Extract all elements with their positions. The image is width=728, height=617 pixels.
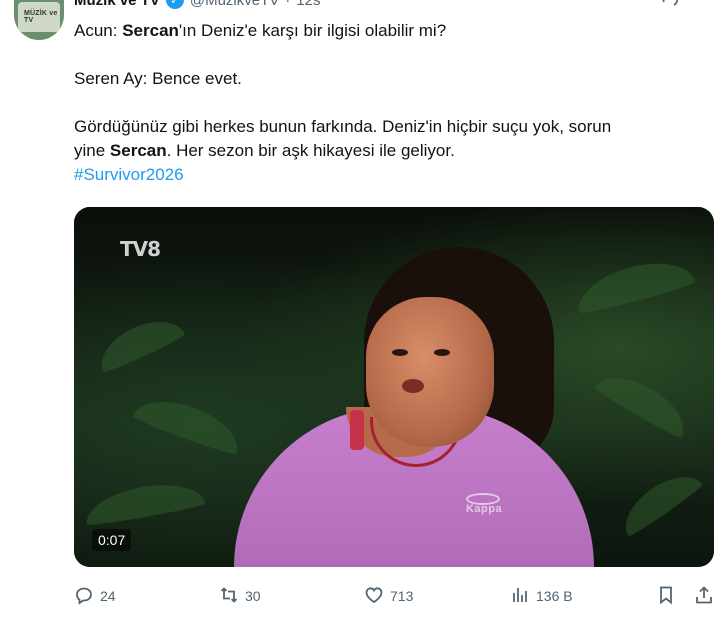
tweet-line-4: yine Sercan. Her sezon bir aşk hikayesi … <box>74 141 455 160</box>
channel-logo: TV8 <box>120 237 161 261</box>
tweet-line-2: Seren Ay: Bence evet. <box>74 69 242 88</box>
hashtag-link[interactable]: #Survivor2026 <box>74 165 184 184</box>
bookmark-button[interactable] <box>656 583 676 609</box>
share-icon <box>694 585 714 608</box>
video-timestamp: 0:07 <box>92 529 132 551</box>
action-bar: 24 30 713 136 B <box>74 583 718 609</box>
mention-bold: Sercan <box>122 21 179 40</box>
tweet[interactable]: MÜZİK ve TV Müzik ve TV ✓ @MuzikveTV · 1… <box>0 0 728 617</box>
header-separator: · <box>285 0 291 9</box>
bookmark-icon <box>656 585 676 608</box>
like-button[interactable]: 713 <box>364 583 413 609</box>
tweet-text: Acun: Sercan'ın Deniz'e karşı bir ilgisi… <box>74 19 694 187</box>
strap <box>350 410 364 450</box>
author-name[interactable]: Müzik ve TV <box>74 0 160 9</box>
shirt-brand: Kappa <box>465 503 503 515</box>
avatar-text: MÜZİK ve TV <box>24 10 58 24</box>
person-mouth <box>402 379 424 393</box>
author-handle[interactable]: @MuzikveTV <box>190 0 279 9</box>
retweet-count: 30 <box>245 588 261 604</box>
reply-count: 24 <box>100 588 116 604</box>
heart-icon <box>364 585 384 608</box>
verified-badge-icon: ✓ <box>165 0 184 9</box>
tweet-header: Müzik ve TV ✓ @MuzikveTV · 12s <box>74 0 320 10</box>
avatar-image: MÜZİK ve TV <box>18 2 60 32</box>
avatar[interactable]: MÜZİK ve TV <box>14 0 64 40</box>
views-icon <box>510 585 530 608</box>
like-count: 713 <box>390 588 414 604</box>
views-button[interactable]: 136 B <box>510 583 573 609</box>
person-face <box>366 297 494 447</box>
tweet-time[interactable]: 12s <box>296 0 320 9</box>
retweet-button[interactable]: 30 <box>219 583 261 609</box>
retweet-icon <box>219 585 239 608</box>
mention-bold: Sercan <box>109 141 167 160</box>
views-count: 136 B <box>536 588 573 604</box>
reply-button[interactable]: 24 <box>74 583 116 609</box>
video-player[interactable]: Kappa TV8 0:07 <box>74 207 714 567</box>
tweet-line-1: Acun: Sercan'ın Deniz'e karşı bir ilgisi… <box>74 21 447 40</box>
tweet-line-3: Gördüğünüz gibi herkes bunun farkında. D… <box>74 117 612 136</box>
share-button[interactable] <box>694 583 714 609</box>
reply-icon <box>74 585 94 608</box>
more-icon[interactable] <box>660 0 680 8</box>
